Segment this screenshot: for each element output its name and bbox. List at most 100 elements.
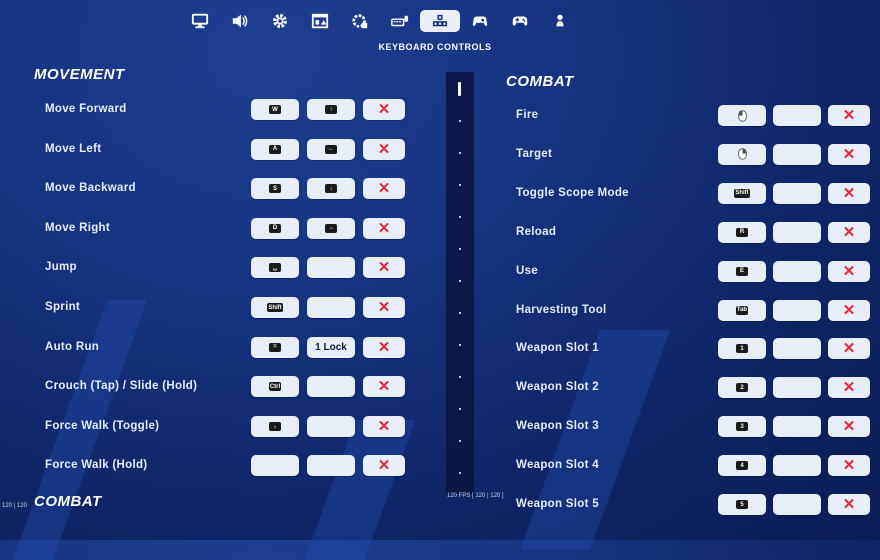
secondary-key-button[interactable] [773, 143, 821, 165]
tab-game[interactable] [260, 10, 300, 32]
primary-key-button[interactable]: R [718, 221, 766, 243]
primary-key-button[interactable]: 3 [718, 416, 766, 438]
primary-key-button[interactable]: Shift [718, 182, 766, 204]
secondary-key-button[interactable]: ↑ [307, 99, 355, 120]
secondary-key-button[interactable] [773, 182, 821, 204]
secondary-key-button[interactable] [307, 257, 355, 279]
scroll-dot [459, 344, 461, 346]
clear-binding-button[interactable]: ✕ [828, 377, 870, 399]
primary-key-button[interactable]: Ctrl [251, 376, 299, 398]
person-icon [556, 14, 564, 27]
close-icon: ✕ [842, 340, 856, 358]
clear-binding-button[interactable]: ✕ [828, 221, 870, 243]
secondary-key-button[interactable]: → [307, 217, 355, 239]
secondary-key-button[interactable] [773, 221, 821, 243]
binding-label: Fire [516, 109, 539, 121]
primary-key-button[interactable] [718, 105, 766, 126]
clear-binding-button[interactable]: ✕ [363, 99, 405, 120]
section-title-combat-next: COMBAT [34, 493, 102, 510]
clear-binding-button[interactable]: ✕ [363, 178, 405, 200]
close-icon: ✕ [377, 417, 391, 435]
primary-key-button[interactable]: W [251, 99, 299, 120]
binding-label: Use [516, 264, 538, 277]
clear-binding-button[interactable]: ✕ [828, 182, 870, 204]
secondary-key-button[interactable]: ↓ [307, 178, 355, 200]
tab-controller[interactable] [460, 10, 500, 32]
clear-binding-button[interactable]: ✕ [828, 494, 870, 515]
speaker-icon [232, 14, 248, 28]
secondary-key-button[interactable] [773, 338, 821, 360]
tab-keyboard-mouse[interactable] [380, 10, 420, 32]
secondary-key-button[interactable]: 1 Lock [307, 336, 355, 358]
secondary-key-button[interactable] [307, 415, 355, 437]
clear-binding-button[interactable]: ✕ [828, 416, 870, 438]
primary-key-button[interactable]: , [251, 415, 299, 437]
clear-binding-button[interactable]: ✕ [828, 299, 870, 321]
secondary-key-button[interactable] [307, 376, 355, 398]
primary-key-button[interactable]: Shift [251, 297, 299, 318]
secondary-key-button[interactable] [773, 105, 821, 126]
scrollbar-thumb[interactable] [458, 82, 461, 96]
scrollbar-track[interactable] [446, 72, 474, 494]
background-streak [304, 420, 416, 560]
secondary-key-button[interactable] [773, 416, 821, 438]
secondary-key-button[interactable] [773, 260, 821, 282]
keycap: ↑ [325, 105, 337, 114]
secondary-key-button[interactable] [307, 455, 355, 477]
clear-binding-button[interactable]: ✕ [363, 455, 405, 477]
clear-binding-button[interactable]: ✕ [363, 297, 405, 318]
primary-key-button[interactable]: ␣ [251, 257, 299, 279]
tab-video[interactable] [180, 10, 220, 32]
clear-binding-button[interactable]: ✕ [363, 138, 405, 160]
primary-key-button[interactable]: = [251, 336, 299, 358]
tab-keyboard-controls[interactable] [420, 10, 460, 32]
clear-binding-button[interactable]: ✕ [363, 376, 405, 398]
keycap: D [269, 223, 281, 233]
binding-label: Crouch (Tap) / Slide (Hold) [45, 380, 198, 393]
scroll-dot [459, 312, 461, 314]
clear-binding-button[interactable]: ✕ [363, 336, 405, 358]
binding-label: Jump [45, 261, 77, 274]
primary-key-button[interactable]: E [718, 260, 766, 282]
secondary-key-button[interactable] [773, 455, 821, 477]
primary-key-button[interactable] [251, 455, 299, 477]
secondary-key-button[interactable] [773, 494, 821, 515]
primary-key-button[interactable]: 4 [718, 455, 766, 477]
secondary-key-button[interactable]: ← [307, 138, 355, 160]
clear-binding-button[interactable]: ✕ [363, 257, 405, 279]
primary-key-button[interactable]: 1 [718, 338, 766, 360]
binding-label: Move Forward [45, 103, 127, 115]
tab-controller-binds[interactable] [500, 10, 540, 32]
keycap: W [269, 105, 281, 114]
primary-key-button[interactable] [718, 143, 766, 165]
close-icon: ✕ [377, 378, 391, 396]
binding-label: Move Left [45, 142, 102, 155]
keycap: 1 [736, 344, 748, 354]
scroll-dot [459, 184, 461, 186]
secondary-key-button[interactable] [307, 297, 355, 318]
clear-binding-button[interactable]: ✕ [828, 260, 870, 282]
primary-key-button[interactable]: S [251, 178, 299, 200]
tab-audio[interactable] [220, 10, 260, 32]
tab-accessibility[interactable] [300, 10, 340, 32]
clear-binding-button[interactable]: ✕ [363, 217, 405, 239]
clear-binding-button[interactable]: ✕ [828, 143, 870, 165]
primary-key-button[interactable]: 2 [718, 377, 766, 399]
secondary-key-button[interactable] [773, 377, 821, 399]
clear-binding-button[interactable]: ✕ [828, 338, 870, 360]
clear-binding-button[interactable]: ✕ [828, 455, 870, 477]
secondary-key-button[interactable] [773, 299, 821, 321]
close-icon: ✕ [377, 101, 391, 118]
clear-binding-button[interactable]: ✕ [828, 105, 870, 126]
primary-key-button[interactable]: 5 [718, 494, 766, 515]
close-icon: ✕ [842, 107, 856, 124]
tab-account[interactable] [540, 10, 580, 32]
clear-binding-button[interactable]: ✕ [363, 415, 405, 437]
keycap: → [325, 223, 337, 233]
tab-input[interactable] [340, 10, 380, 32]
primary-key-button[interactable]: Tab [718, 299, 766, 321]
background-streak [519, 330, 671, 550]
primary-key-button[interactable]: D [251, 217, 299, 239]
binding-label: Harvesting Tool [516, 303, 607, 316]
primary-key-button[interactable]: A [251, 138, 299, 160]
